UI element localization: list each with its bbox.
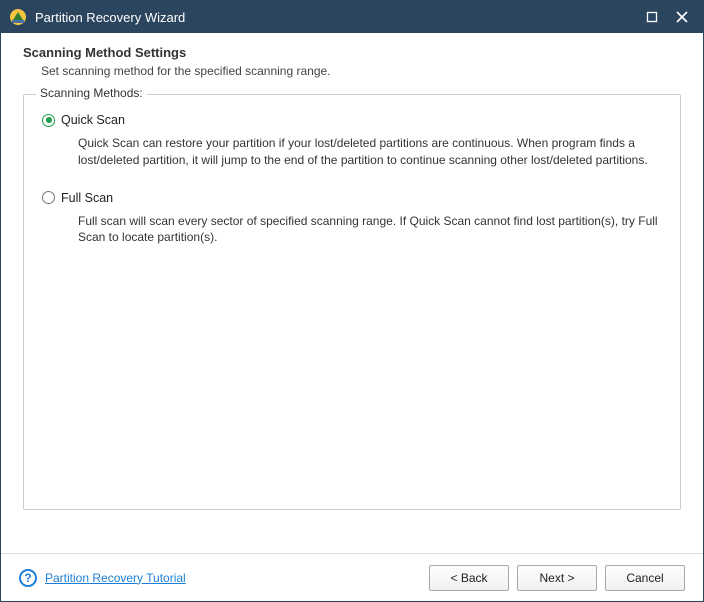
groupbox-legend: Scanning Methods: [36,86,147,100]
next-button[interactable]: Next > [517,565,597,591]
maximize-icon [646,11,658,23]
page-subtitle: Set scanning method for the specified sc… [41,64,681,78]
page-header: Scanning Method Settings Set scanning me… [1,33,703,94]
option-full-scan: Full Scan Full scan will scan every sect… [42,191,662,247]
radio-quick-scan[interactable]: Quick Scan [42,113,662,127]
footer: ? Partition Recovery Tutorial < Back Nex… [1,553,703,601]
option-label: Full Scan [61,191,113,205]
option-label: Quick Scan [61,113,125,127]
close-button[interactable] [667,5,697,29]
back-button[interactable]: < Back [429,565,509,591]
close-icon [676,11,688,23]
tutorial-link[interactable]: Partition Recovery Tutorial [45,571,186,585]
window-title: Partition Recovery Wizard [35,10,637,25]
app-icon [9,8,27,26]
radio-icon [42,191,55,204]
option-quick-scan: Quick Scan Quick Scan can restore your p… [42,113,662,169]
option-description: Quick Scan can restore your partition if… [78,135,662,169]
radio-icon [42,114,55,127]
cancel-button[interactable]: Cancel [605,565,685,591]
titlebar: Partition Recovery Wizard [1,1,703,33]
option-description: Full scan will scan every sector of spec… [78,213,662,247]
maximize-button[interactable] [637,5,667,29]
page-title: Scanning Method Settings [23,45,681,60]
scanning-methods-group: Scanning Methods: Quick Scan Quick Scan … [23,94,681,510]
radio-full-scan[interactable]: Full Scan [42,191,662,205]
help-icon[interactable]: ? [19,569,37,587]
